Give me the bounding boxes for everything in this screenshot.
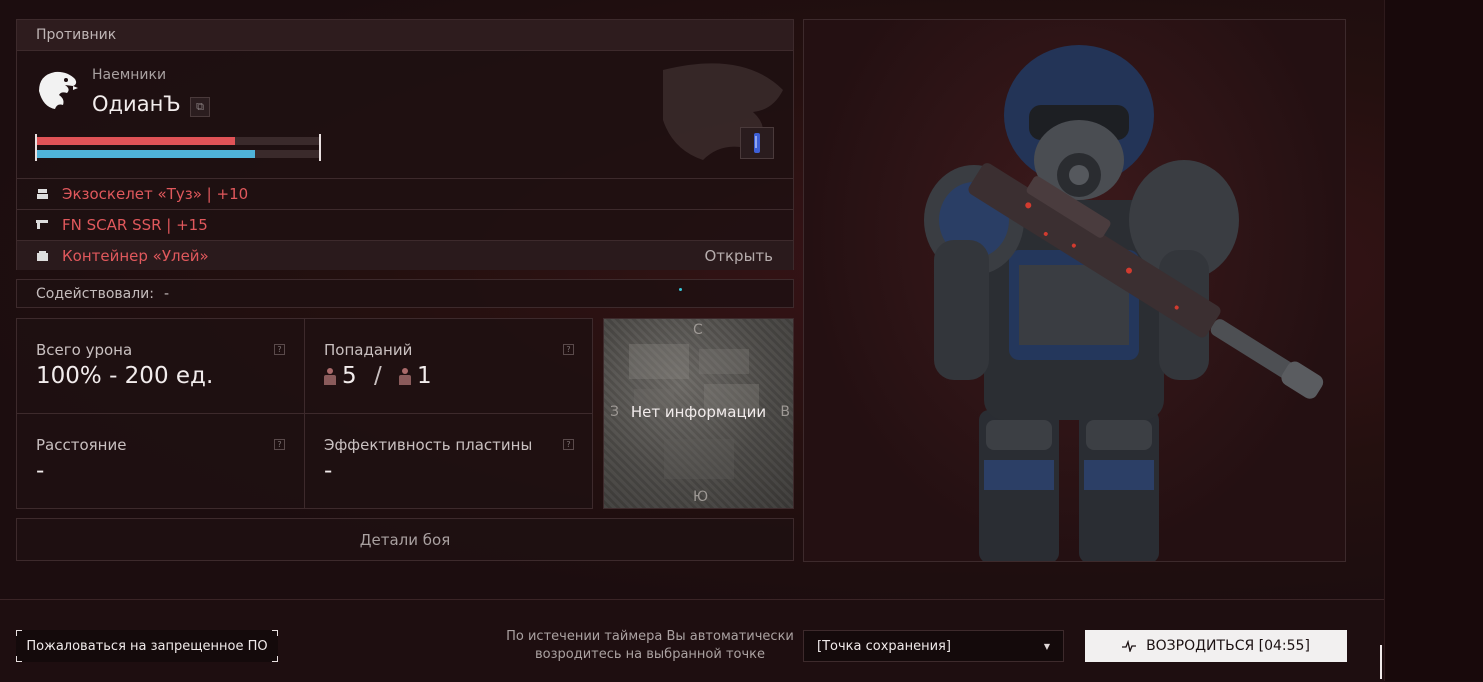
copy-icon: ⧉ <box>196 100 204 113</box>
respawn-button[interactable]: ВОЗРОДИТЬСЯ [04:55] <box>1085 630 1347 662</box>
weapon-label: FN SCAR SSR | +15 <box>62 215 208 234</box>
armor-label: Экзоскелет «Туз» | +10 <box>62 184 249 203</box>
stat-hits-label: Попаданий <box>324 341 413 359</box>
stat-plate-efficiency-value: - <box>324 458 333 484</box>
help-icon[interactable]: ? <box>274 439 285 450</box>
open-container-button[interactable]: Открыть <box>704 247 773 265</box>
armor-bar <box>35 147 321 161</box>
equipment-row-container[interactable]: Контейнер «Улей» Открыть <box>17 240 793 270</box>
player-name: ОдианЪ <box>92 92 181 116</box>
stat-plate-efficiency-label: Эффективность пластины <box>324 436 533 454</box>
report-cheat-label: Пожаловаться на запрещенное ПО <box>26 638 268 654</box>
indicator-dot <box>679 288 682 291</box>
timer-note-line-2: возродитесь на выбранной точке <box>534 647 766 662</box>
health-bar-fill <box>36 137 235 145</box>
enemy-header: Противник <box>17 20 793 51</box>
spawn-point-select[interactable]: [Точка сохранения] ▼ <box>803 630 1064 662</box>
stat-distance-value: - <box>36 458 45 484</box>
stat-hits-value: 5 / 1 <box>324 363 432 389</box>
faction-eagle-icon <box>39 71 78 109</box>
health-bar <box>35 134 321 148</box>
head-hit-icon <box>399 368 412 385</box>
pulse-icon <box>1122 640 1137 652</box>
faction-watermark-icon <box>663 63 783 161</box>
armor-icon <box>36 188 48 199</box>
injector-icon <box>754 133 760 153</box>
corner-mark <box>272 656 278 662</box>
stat-plate-efficiency: Эффективность пластины ? - <box>305 414 593 509</box>
container-icon <box>36 250 48 261</box>
timer-note-line-1: По истечении таймера Вы автоматически <box>506 629 794 644</box>
stat-hits: Попаданий ? 5 / 1 <box>305 319 593 414</box>
report-cheat-button[interactable]: Пожаловаться на запрещенное ПО <box>16 630 278 662</box>
help-icon[interactable]: ? <box>274 344 285 355</box>
stats-panel: Всего урона ? 100% - 200 ед. Попаданий ?… <box>16 318 593 509</box>
stat-distance-label: Расстояние <box>36 436 127 454</box>
weapon-icon <box>36 220 48 230</box>
stat-distance: Расстояние ? - <box>17 414 305 509</box>
quick-item-slot[interactable] <box>740 127 774 159</box>
spawn-point-value: [Точка сохранения] <box>817 638 951 654</box>
respawn-timer-note: По истечении таймера Вы автоматически во… <box>500 628 800 664</box>
character-model-image <box>924 45 1324 561</box>
compass-south: Ю <box>693 489 709 505</box>
stat-total-damage-label: Всего урона <box>36 341 133 359</box>
equipment-row-armor[interactable]: Экзоскелет «Туз» | +10 <box>17 178 793 208</box>
stat-total-damage: Всего урона ? 100% - 200 ед. <box>17 319 305 414</box>
equipment-row-weapon[interactable]: FN SCAR SSR | +15 <box>17 209 793 239</box>
armor-bar-cap-left <box>35 147 37 161</box>
enemy-panel: Противник Наемники ОдианЪ ⧉ Экзоскелет «… <box>16 19 794 270</box>
container-label: Контейнер «Улей» <box>62 246 209 265</box>
hits-separator: / <box>373 363 382 389</box>
stat-total-damage-value: 100% - 200 ед. <box>36 363 214 389</box>
assist-value: - <box>164 285 170 302</box>
help-icon[interactable]: ? <box>563 344 574 355</box>
corner-mark <box>272 630 278 636</box>
body-hits-count: 5 <box>342 363 357 389</box>
faction-name: Наемники <box>92 67 167 83</box>
corner-mark <box>16 656 22 662</box>
copy-name-button[interactable]: ⧉ <box>190 97 210 117</box>
respawn-label: ВОЗРОДИТЬСЯ [04:55] <box>1146 638 1310 654</box>
compass-north: С <box>693 322 703 338</box>
minimap-message: Нет информации <box>630 403 767 421</box>
edge-mark <box>1380 645 1382 679</box>
assist-label: Содействовали: <box>36 285 154 302</box>
head-hits-count: 1 <box>417 363 432 389</box>
corner-mark <box>16 630 22 636</box>
armor-bar-fill <box>36 150 255 158</box>
dropdown-arrow-icon: ▼ <box>1043 642 1050 651</box>
armor-bar-cap-right <box>319 147 321 161</box>
battle-details-button[interactable]: Детали боя <box>16 518 794 561</box>
health-bar-cap-left <box>35 134 37 148</box>
assist-row: Содействовали: - <box>16 279 794 308</box>
body-hit-icon <box>324 368 336 385</box>
minimap[interactable]: С Ю З В Нет информации <box>603 318 794 509</box>
side-strip <box>1384 0 1483 681</box>
character-model-view <box>803 19 1346 562</box>
health-bar-cap-right <box>319 134 321 148</box>
help-icon[interactable]: ? <box>563 439 574 450</box>
